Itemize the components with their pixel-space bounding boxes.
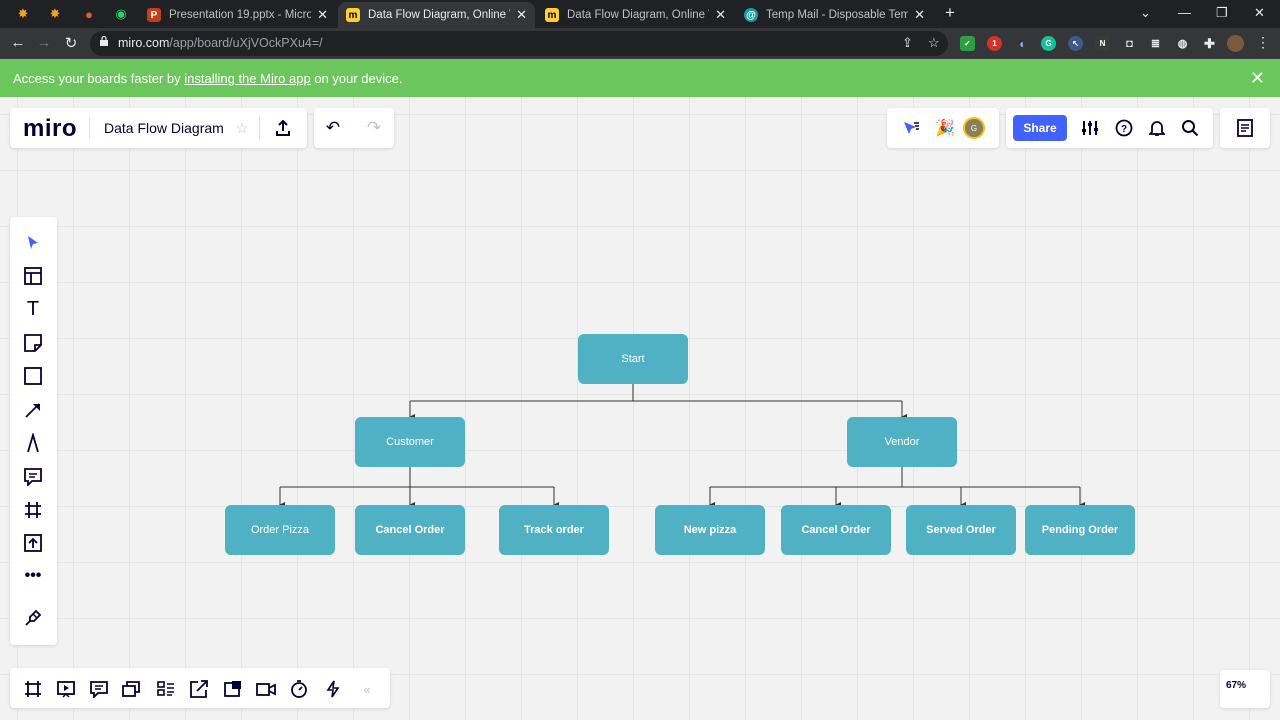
node-track-order[interactable]: Track order [499,505,609,555]
node-customer-cancel-order[interactable]: Cancel Order [355,505,465,555]
node-order-pizza[interactable]: Order Pizza [225,505,335,555]
node-vendor-cancel-order[interactable]: Cancel Order [781,505,891,555]
node-start[interactable]: Start [578,334,688,384]
node-vendor[interactable]: Vendor [847,417,957,467]
node-pending-order[interactable]: Pending Order [1025,505,1135,555]
node-served-order[interactable]: Served Order [906,505,1016,555]
node-customer[interactable]: Customer [355,417,465,467]
node-new-pizza[interactable]: New pizza [655,505,765,555]
